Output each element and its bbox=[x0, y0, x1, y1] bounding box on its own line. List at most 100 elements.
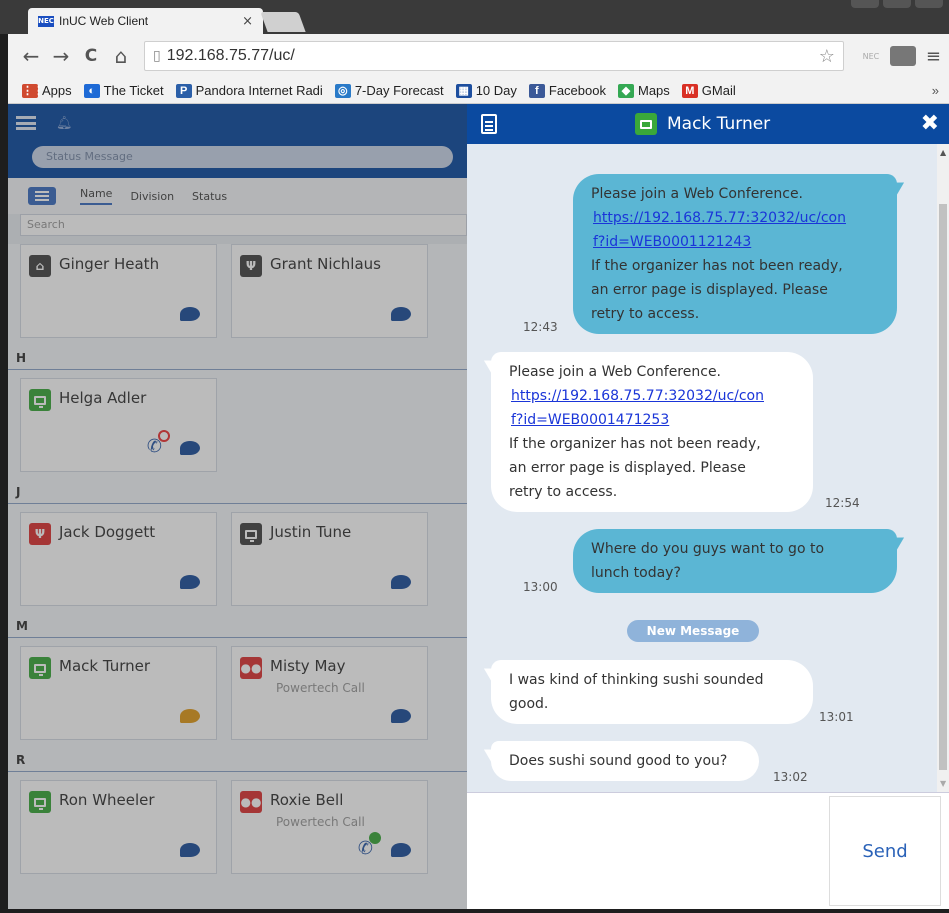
section-header: H bbox=[8, 346, 467, 370]
contact-card-row: Ron Wheeler ●● Roxie Bell Powertech Call ✆ bbox=[8, 772, 467, 882]
contact-name: Ginger Heath bbox=[59, 255, 160, 273]
back-icon[interactable]: ← bbox=[16, 44, 46, 68]
contact-card[interactable]: Ψ Grant Nichlaus bbox=[231, 244, 428, 338]
contact-card[interactable]: ⌂ Ginger Heath bbox=[20, 244, 217, 338]
presence-glyph: ●● bbox=[240, 795, 262, 809]
presence-glyph: Ψ bbox=[34, 527, 46, 541]
bookmark-item[interactable]: f Facebook bbox=[528, 83, 606, 98]
bookmark-item[interactable]: ▦ 10 Day bbox=[455, 83, 517, 98]
address-url[interactable]: 192.168.75.77/uc/ bbox=[167, 47, 819, 65]
chat-panel: Mack Turner ✖ New Message Please join a … bbox=[467, 104, 949, 909]
window-controls bbox=[851, 0, 943, 8]
chat-bubble-icon[interactable] bbox=[180, 843, 200, 857]
tab-title: InUC Web Client bbox=[59, 14, 149, 28]
chat-scrollbar[interactable]: ▲ ▼ bbox=[937, 144, 949, 792]
menu-icon[interactable] bbox=[16, 116, 36, 130]
facebook-icon: f bbox=[528, 83, 545, 98]
chat-bubble-icon[interactable] bbox=[391, 307, 411, 321]
scroll-thumb[interactable] bbox=[939, 204, 947, 770]
reload-icon[interactable]: C bbox=[76, 46, 106, 66]
close-icon[interactable]: ✖ bbox=[921, 111, 939, 136]
contact-card[interactable]: ●● Roxie Bell Powertech Call ✆ bbox=[231, 780, 428, 874]
bookmark-label: Pandora Internet Radi bbox=[195, 83, 323, 98]
status-message-input[interactable]: Status Message bbox=[32, 146, 453, 168]
sort-tab-name[interactable]: Name bbox=[80, 187, 113, 205]
window-close-button[interactable] bbox=[915, 0, 943, 8]
bookmark-star-icon[interactable]: ☆ bbox=[819, 46, 835, 67]
link-text: https://192.168.75.77:32032/uc/con bbox=[511, 388, 764, 404]
bookmark-item[interactable]: ⋮⋮ Apps bbox=[22, 83, 72, 98]
new-tab-button[interactable] bbox=[260, 12, 306, 32]
ticket-icon: ◐ bbox=[83, 83, 100, 98]
message-text: lunch today? bbox=[591, 565, 681, 581]
sort-tab-status[interactable]: Status bbox=[192, 190, 227, 203]
maximize-button[interactable] bbox=[883, 0, 911, 8]
bookmark-label: GMail bbox=[701, 83, 736, 98]
chat-bubble-icon[interactable] bbox=[180, 307, 200, 321]
scroll-up-icon[interactable]: ▲ bbox=[940, 148, 946, 157]
presence-red-icon: ●● bbox=[240, 657, 262, 679]
phone-blocked-icon[interactable]: ✆ bbox=[147, 430, 170, 457]
chat-bubble-icon[interactable] bbox=[391, 709, 411, 723]
status-row: Status Message bbox=[8, 142, 467, 178]
contact-card[interactable]: Ron Wheeler bbox=[20, 780, 217, 874]
tab-close-icon[interactable]: × bbox=[242, 14, 253, 29]
contact-card-row: Helga Adler ✆ bbox=[8, 370, 467, 480]
browser-toolbar: ← → C ⌂ ▯ 192.168.75.77/uc/ ☆ NEC ≡ bbox=[8, 34, 949, 78]
contact-card[interactable]: ●● Misty May Powertech Call bbox=[231, 646, 428, 740]
message-text: good. bbox=[509, 696, 549, 712]
send-button[interactable]: Send bbox=[829, 796, 941, 906]
browser-tab-strip: NEC InUC Web Client × bbox=[0, 0, 949, 34]
sort-tab-division[interactable]: Division bbox=[130, 190, 174, 203]
message-text: an error page is displayed. Please bbox=[591, 282, 828, 298]
chat-bubble-icon[interactable] bbox=[180, 709, 200, 723]
browser-menu-icon[interactable]: ≡ bbox=[926, 46, 941, 67]
message-timestamp: 12:43 bbox=[523, 320, 558, 334]
browser-tab[interactable]: NEC InUC Web Client × bbox=[28, 8, 263, 34]
chat-bubble-icon[interactable] bbox=[180, 441, 200, 455]
contact-card[interactable]: Justin Tune bbox=[231, 512, 428, 606]
bookmark-item[interactable]: M GMail bbox=[681, 83, 736, 98]
bell-icon[interactable]: 🔔︎ bbox=[56, 116, 73, 131]
presence-red-icon: Ψ bbox=[29, 523, 51, 545]
home-icon[interactable]: ⌂ bbox=[106, 44, 136, 68]
contact-card[interactable]: Mack Turner bbox=[20, 646, 217, 740]
bookmark-label: Apps bbox=[42, 83, 72, 98]
message-list: New Message Please join a Web Conference… bbox=[467, 144, 937, 792]
contact-card[interactable]: Ψ Jack Doggett bbox=[20, 512, 217, 606]
phone-active-icon[interactable]: ✆ bbox=[358, 832, 381, 859]
chat-header: Mack Turner ✖ bbox=[467, 104, 949, 144]
contact-name: Helga Adler bbox=[59, 389, 147, 407]
contact-name: Roxie Bell bbox=[270, 791, 344, 809]
received-message: Does sushi sound good to you? bbox=[491, 741, 759, 781]
chat-bubble-icon[interactable] bbox=[391, 575, 411, 589]
contact-search-input[interactable]: Search bbox=[20, 214, 467, 236]
message-timestamp: 12:54 bbox=[825, 496, 860, 510]
contact-card[interactable]: Helga Adler ✆ bbox=[20, 378, 217, 472]
contact-card-row: Ψ Jack Doggett Justin Tune bbox=[8, 504, 467, 614]
section-header: M bbox=[8, 614, 467, 638]
conference-link[interactable]: https://192.168.75.77:32032/uc/con f?id=W… bbox=[591, 206, 879, 254]
bookmark-item[interactable]: P Pandora Internet Radi bbox=[175, 83, 323, 98]
bookmark-item[interactable]: ◎ 7-Day Forecast bbox=[334, 83, 444, 98]
presence-dark-icon: ⌂ bbox=[29, 255, 51, 277]
conference-link[interactable]: https://192.168.75.77:32032/uc/con f?id=W… bbox=[509, 384, 795, 432]
bookmark-item[interactable]: ◆ Maps bbox=[617, 83, 670, 98]
message-text: If the organizer has not been ready, bbox=[591, 258, 843, 274]
chat-bubble-icon[interactable] bbox=[180, 575, 200, 589]
document-icon[interactable] bbox=[481, 114, 497, 134]
bookmarks-overflow-icon[interactable]: » bbox=[932, 83, 939, 98]
received-message: Please join a Web Conference. https://192… bbox=[491, 352, 813, 512]
message-input[interactable] bbox=[467, 793, 817, 909]
minimize-button[interactable] bbox=[851, 0, 879, 8]
message-text: Where do you guys want to go to bbox=[591, 541, 825, 557]
bookmarks-bar: ⋮⋮ Apps ◐ The Ticket P Pandora Internet Radi ◎… bbox=[8, 78, 949, 104]
chat-bubble-icon[interactable] bbox=[391, 843, 411, 857]
address-bar[interactable]: ▯ 192.168.75.77/uc/ ☆ bbox=[144, 41, 844, 71]
forward-icon[interactable]: → bbox=[46, 44, 76, 68]
scroll-down-icon[interactable]: ▼ bbox=[940, 779, 946, 788]
extension-icon[interactable] bbox=[889, 46, 916, 66]
bookmark-item[interactable]: ◐ The Ticket bbox=[83, 83, 164, 98]
list-view-icon[interactable] bbox=[28, 187, 56, 205]
nec-extension-icon[interactable]: NEC bbox=[858, 46, 884, 66]
